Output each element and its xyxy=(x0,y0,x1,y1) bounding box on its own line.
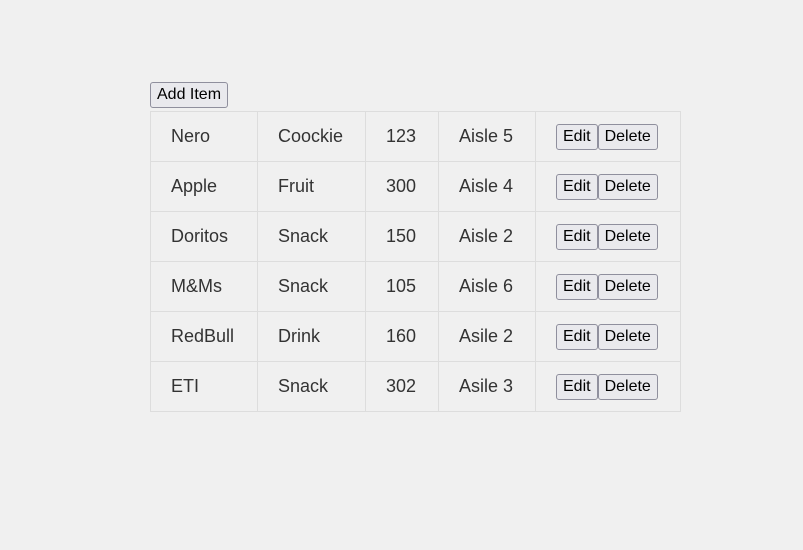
inventory-app: Add Item Nero Coockie 123 Aisle 5 Edit De… xyxy=(150,82,681,412)
table-row: Apple Fruit 300 Aisle 4 Edit Delete xyxy=(150,161,681,212)
item-location: Aisle 4 xyxy=(438,161,536,212)
row-actions: Edit Delete xyxy=(535,361,681,412)
delete-button[interactable]: Delete xyxy=(597,273,658,300)
edit-button[interactable]: Edit xyxy=(556,173,598,200)
item-quantity: 105 xyxy=(365,261,439,312)
row-actions: Edit Delete xyxy=(535,111,681,162)
row-actions: Edit Delete xyxy=(535,161,681,212)
item-quantity: 302 xyxy=(365,361,439,412)
table-row: RedBull Drink 160 Asile 2 Edit Delete xyxy=(150,311,681,362)
edit-button[interactable]: Edit xyxy=(556,123,598,150)
item-name: ETI xyxy=(150,361,258,412)
item-name: RedBull xyxy=(150,311,258,362)
item-quantity: 300 xyxy=(365,161,439,212)
item-location: Aisle 6 xyxy=(438,261,536,312)
table-row: Doritos Snack 150 Aisle 2 Edit Delete xyxy=(150,211,681,262)
item-location: Aisle 5 xyxy=(438,111,536,162)
delete-button[interactable]: Delete xyxy=(597,123,658,150)
edit-button[interactable]: Edit xyxy=(556,323,598,350)
items-table: Nero Coockie 123 Aisle 5 Edit Delete Appl… xyxy=(150,111,681,412)
add-item-button[interactable]: Add Item xyxy=(150,82,229,108)
item-category: Drink xyxy=(257,311,366,362)
table-row: Nero Coockie 123 Aisle 5 Edit Delete xyxy=(150,111,681,162)
item-quantity: 160 xyxy=(365,311,439,362)
item-name: M&Ms xyxy=(150,261,258,312)
delete-button[interactable]: Delete xyxy=(597,173,658,200)
edit-button[interactable]: Edit xyxy=(556,223,598,250)
row-actions: Edit Delete xyxy=(535,261,681,312)
item-quantity: 150 xyxy=(365,211,439,262)
table-row: ETI Snack 302 Asile 3 Edit Delete xyxy=(150,361,681,412)
item-name: Apple xyxy=(150,161,258,212)
item-name: Nero xyxy=(150,111,258,162)
delete-button[interactable]: Delete xyxy=(597,323,658,350)
item-category: Coockie xyxy=(257,111,366,162)
delete-button[interactable]: Delete xyxy=(597,373,658,400)
item-category: Fruit xyxy=(257,161,366,212)
row-actions: Edit Delete xyxy=(535,311,681,362)
item-category: Snack xyxy=(257,361,366,412)
edit-button[interactable]: Edit xyxy=(556,273,598,300)
item-location: Asile 2 xyxy=(438,311,536,362)
item-location: Asile 3 xyxy=(438,361,536,412)
edit-button[interactable]: Edit xyxy=(556,373,598,400)
item-name: Doritos xyxy=(150,211,258,262)
delete-button[interactable]: Delete xyxy=(597,223,658,250)
item-category: Snack xyxy=(257,261,366,312)
row-actions: Edit Delete xyxy=(535,211,681,262)
item-category: Snack xyxy=(257,211,366,262)
table-row: M&Ms Snack 105 Aisle 6 Edit Delete xyxy=(150,261,681,312)
item-location: Aisle 2 xyxy=(438,211,536,262)
item-quantity: 123 xyxy=(365,111,439,162)
